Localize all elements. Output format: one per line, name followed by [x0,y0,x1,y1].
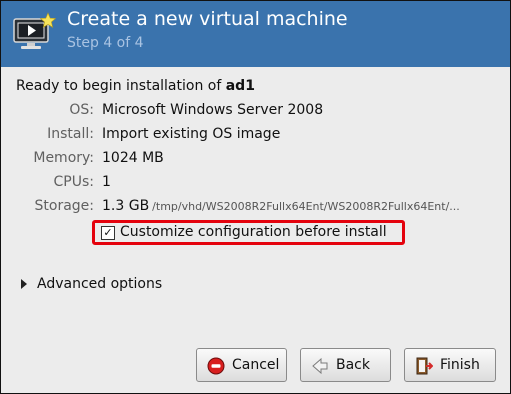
storage-label: Storage: [34,198,95,214]
install-label: Install: [47,126,94,142]
summary-row-os: OS: Microsoft Windows Server 2008 [1,102,510,122]
wizard-step-indicator: Step 4 of 4 [67,35,144,51]
customize-checkbox[interactable]: ✓ [101,226,115,240]
wizard-title: Create a new virtual machine [67,8,348,30]
cpus-label: CPUs: [53,174,94,190]
summary-row-cpus: CPUs: 1 [1,174,510,194]
vm-name: ad1 [225,78,255,94]
customize-checkbox-label[interactable]: Customize configuration before install [120,224,387,240]
wizard-header: Create a new virtual machine Step 4 of 4 [1,1,510,67]
ready-prefix: Ready to begin installation of [16,78,226,94]
customize-highlight: ✓ Customize configuration before install [92,220,405,245]
create-vm-dialog: Create a new virtual machine Step 4 of 4… [0,0,511,394]
install-value: Import existing OS image [102,126,281,142]
os-label: OS: [69,102,94,118]
summary-row-install: Install: Import existing OS image [1,126,510,146]
memory-value: 1024 MB [102,150,164,166]
vm-monitor-new-icon [13,12,56,49]
stop-sign-icon [207,357,225,375]
wizard-content: Ready to begin installation of ad1 OS: M… [1,67,510,393]
storage-size: 1.3 GB [102,198,150,214]
exit-door-icon [416,357,433,375]
advanced-options-label: Advanced options [37,276,163,292]
memory-label: Memory: [33,150,94,166]
back-button[interactable]: Back [300,348,391,382]
finish-button[interactable]: Finish [404,348,496,382]
cancel-button[interactable]: Cancel [196,348,287,382]
summary-row-memory: Memory: 1024 MB [1,150,510,170]
cpus-value: 1 [102,174,111,190]
storage-value: 1.3 GB/tmp/vhd/WS2008R2Fullx64Ent/WS2008… [102,198,460,214]
back-label: Back [336,357,370,373]
advanced-options-expander[interactable]: Advanced options [21,276,162,296]
finish-label: Finish [440,357,480,373]
triangle-right-icon [21,279,27,289]
storage-path: /tmp/vhd/WS2008R2Fullx64Ent/WS2008R2Full… [152,200,460,213]
cancel-label: Cancel [232,357,280,373]
summary-row-storage: Storage: 1.3 GB/tmp/vhd/WS2008R2Fullx64E… [1,198,510,218]
os-value: Microsoft Windows Server 2008 [102,102,324,118]
back-arrow-icon [312,357,328,375]
ready-message: Ready to begin installation of ad1 [16,78,255,94]
